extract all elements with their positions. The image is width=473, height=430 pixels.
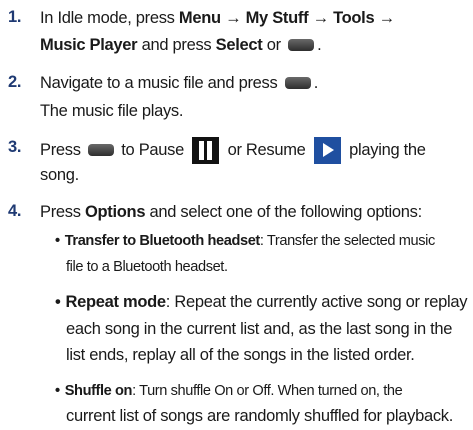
center-key-icon [288, 38, 315, 51]
arrow-icon: → [220, 9, 246, 27]
step-number: 2. [8, 73, 22, 91]
step-text: or [262, 36, 286, 54]
arrow-icon: → [308, 9, 334, 27]
bullet-icon: • [55, 293, 61, 311]
play-icon [313, 137, 341, 164]
pause-icon [192, 137, 220, 164]
select-keyword: Select [215, 36, 263, 54]
step-text: . [313, 74, 319, 92]
option-description: : Repeat the currently active song or re… [165, 293, 468, 311]
option-term: Transfer to Bluetooth headset [64, 233, 261, 249]
step-2-line-1: Navigate to a music file and press . [40, 72, 318, 94]
my-stuff-keyword: My Stuff [245, 9, 309, 27]
bullet-icon: • [55, 233, 60, 249]
step-1-line-1: In Idle mode, press Menu → My Stuff → To… [40, 7, 395, 29]
option-term: Repeat mode [65, 293, 166, 311]
step-number: 3. [8, 138, 22, 156]
option-description-line: each song in the current list and, as th… [66, 320, 453, 338]
option-bullet-transfer: • Transfer to Bluetooth headset: Transfer… [55, 230, 435, 252]
option-bullet-shuffle: • Shuffle on: Turn shuffle On or Off. Whe… [55, 380, 403, 402]
step-text: playing the [344, 140, 426, 159]
option-description-line: list ends, replay all of the songs in th… [66, 346, 415, 364]
arrow-icon: → [374, 9, 396, 27]
tools-keyword: Tools [333, 9, 375, 27]
option-bullet-repeat: • Repeat mode: Repeat the currently activ… [55, 291, 467, 313]
step-3-line-1: Press to Pause or Resume playing the [40, 137, 426, 164]
step-text: or Resume [223, 140, 310, 159]
step-text: and press [137, 36, 216, 54]
step-text: Navigate to a music file and press [40, 74, 282, 92]
bullet-icon: • [55, 383, 60, 399]
center-key-icon [87, 143, 114, 156]
option-term: Shuffle on [64, 383, 133, 399]
step-text: Press [40, 140, 85, 159]
options-keyword: Options [84, 203, 146, 221]
step-1-line-2: Music Player and press Select or . [40, 34, 322, 56]
step-text: to Pause [116, 140, 189, 159]
step-number: 4. [8, 202, 22, 220]
step-text: Press [40, 203, 85, 221]
option-description-line: current list of songs are randomly shuff… [66, 407, 454, 425]
step-text: . [317, 36, 322, 54]
option-description: : Transfer the selected music [259, 233, 435, 249]
step-2-result: The music file plays. [40, 102, 184, 120]
step-3-line-2: song. [40, 166, 79, 184]
menu-keyword: Menu [178, 9, 221, 27]
center-key-icon [284, 76, 311, 89]
music-player-keyword: Music Player [40, 36, 138, 54]
step-text: and select one of the following options: [145, 203, 422, 221]
instructions-page: 1. In Idle mode, press Menu → My Stuff →… [0, 0, 473, 430]
step-number: 1. [8, 8, 22, 26]
step-text: In Idle mode, press [40, 9, 179, 27]
step-4-line-1: Press Options and select one of the foll… [40, 201, 422, 223]
option-description: : Turn shuffle On or Off. When turned on… [132, 383, 403, 399]
option-description-line: file to a Bluetooth headset. [66, 259, 228, 275]
